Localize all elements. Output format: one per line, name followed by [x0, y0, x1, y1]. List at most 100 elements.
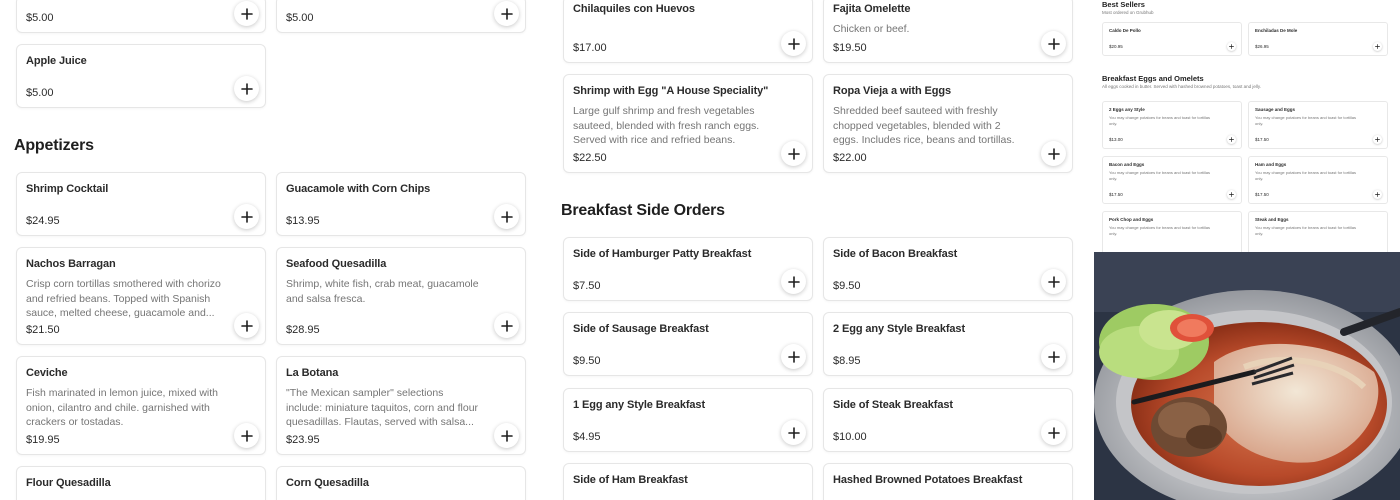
- menu-item-card[interactable]: Hashed Browned Potatoes Breakfast: [823, 463, 1073, 500]
- mini-add-button[interactable]: [1373, 135, 1382, 144]
- plus-icon: [788, 38, 800, 50]
- item-price: $9.50: [833, 280, 861, 292]
- mini-add-button[interactable]: [1373, 190, 1382, 199]
- menu-item-card[interactable]: La Botana "The Mexican sampler" selectio…: [276, 356, 526, 455]
- mini-add-button[interactable]: [1373, 42, 1382, 51]
- add-item-button[interactable]: [234, 76, 259, 101]
- add-item-button[interactable]: [494, 1, 519, 26]
- menu-item-card[interactable]: Shrimp with Egg "A House Speciality" Lar…: [563, 74, 813, 173]
- plus-icon: [1229, 44, 1234, 49]
- menu-item-card[interactable]: Ropa Vieja a with Eggs Shredded beef sau…: [823, 74, 1073, 173]
- menu-item-card[interactable]: Guacamole with Corn Chips $13.95: [276, 172, 526, 236]
- item-name: Fajita Omelette: [833, 3, 911, 15]
- item-name: La Botana: [286, 367, 339, 379]
- item-price: $13.95: [286, 215, 320, 227]
- menu-item-card[interactable]: Nachos Barragan Crisp corn tortillas smo…: [16, 247, 266, 345]
- item-description: Large gulf shrimp and fresh vegetables s…: [573, 105, 760, 146]
- item-description: Shrimp, white fish, crab meat, guacamole…: [286, 278, 479, 305]
- menu-item-card[interactable]: Flour Quesadilla: [16, 466, 266, 500]
- mini-menu-card[interactable]: Steak and Eggs You may change potatoes f…: [1248, 211, 1388, 252]
- mini-menu-card[interactable]: 2 Eggs any Style You may change potatoes…: [1102, 101, 1242, 149]
- mini-item-description: You may change potatoes for beans and to…: [1109, 170, 1211, 181]
- menu-item-card[interactable]: Chilaquiles con Huevos $17.00: [563, 0, 813, 63]
- plus-icon: [1048, 427, 1060, 439]
- item-name: Corn Quesadilla: [286, 477, 369, 489]
- item-name: Side of Bacon Breakfast: [833, 248, 958, 260]
- menu-item-card[interactable]: $5.00: [16, 0, 266, 33]
- add-item-button[interactable]: [234, 1, 259, 26]
- mini-menu-card[interactable]: Enchiladas De Mole $26.95: [1248, 22, 1388, 56]
- mini-item-description: You may change potatoes for beans and to…: [1109, 225, 1211, 236]
- add-item-button[interactable]: [1041, 269, 1066, 294]
- mini-menu-card[interactable]: Bacon and Eggs You may change potatoes f…: [1102, 156, 1242, 204]
- menu-item-card[interactable]: Shrimp Cocktail $24.95: [16, 172, 266, 236]
- mini-item-name: Sausage and Eggs: [1255, 107, 1296, 112]
- add-item-button[interactable]: [781, 344, 806, 369]
- plus-icon: [1375, 44, 1380, 49]
- menu-item-card[interactable]: Apple Juice $5.00: [16, 44, 266, 108]
- mini-item-description: You may change potatoes for beans and to…: [1109, 115, 1211, 126]
- add-item-button[interactable]: [234, 204, 259, 229]
- item-price: $7.50: [573, 280, 601, 292]
- item-price: $5.00: [286, 12, 314, 24]
- add-item-button[interactable]: [781, 141, 806, 166]
- menu-item-card[interactable]: Seafood Quesadilla Shrimp, white fish, c…: [276, 247, 526, 345]
- plus-icon: [1048, 351, 1060, 363]
- menu-item-card[interactable]: Side of Hamburger Patty Breakfast $7.50: [563, 237, 813, 301]
- plus-icon: [788, 276, 800, 288]
- plus-icon: [241, 8, 253, 20]
- menu-preview-panel: Best Sellers Most ordered on Grubhub Cal…: [1094, 0, 1400, 252]
- add-item-button[interactable]: [1041, 141, 1066, 166]
- plus-icon: [1229, 192, 1234, 197]
- add-item-button[interactable]: [494, 313, 519, 338]
- item-price: $5.00: [26, 87, 54, 99]
- item-name: Ropa Vieja a with Eggs: [833, 85, 952, 97]
- menu-item-card[interactable]: Ceviche Fish marinated in lemon juice, m…: [16, 356, 266, 455]
- item-name: Side of Ham Breakfast: [573, 474, 688, 486]
- add-item-button[interactable]: [781, 31, 806, 56]
- menu-item-card[interactable]: Corn Quesadilla: [276, 466, 526, 500]
- plus-icon: [1048, 38, 1060, 50]
- add-item-button[interactable]: [781, 269, 806, 294]
- mini-item-description: You may change potatoes for beans and to…: [1255, 170, 1357, 181]
- menu-item-card[interactable]: Side of Steak Breakfast $10.00: [823, 388, 1073, 452]
- mini-menu-card[interactable]: Sausage and Eggs You may change potatoes…: [1248, 101, 1388, 149]
- mini-menu-card[interactable]: Caldo De Pollo $20.95: [1102, 22, 1242, 56]
- menu-item-card[interactable]: 1 Egg any Style Breakfast $4.95: [563, 388, 813, 452]
- section-title-appetizers: Appetizers: [14, 137, 94, 154]
- menu-item-card[interactable]: $5.00: [276, 0, 526, 33]
- add-item-button[interactable]: [494, 204, 519, 229]
- best-sellers-subtitle: Most ordered on Grubhub: [1102, 10, 1154, 15]
- add-item-button[interactable]: [1041, 344, 1066, 369]
- mini-add-button[interactable]: [1227, 42, 1236, 51]
- mini-item-name: Caldo De Pollo: [1109, 28, 1141, 33]
- mini-menu-card[interactable]: Ham and Eggs You may change potatoes for…: [1248, 156, 1388, 204]
- menu-item-card[interactable]: Side of Sausage Breakfast $9.50: [563, 312, 813, 376]
- mini-add-button[interactable]: [1227, 190, 1236, 199]
- menu-item-card[interactable]: Side of Bacon Breakfast $9.50: [823, 237, 1073, 301]
- menu-item-card[interactable]: Side of Ham Breakfast: [563, 463, 813, 500]
- item-price: $10.00: [833, 431, 867, 443]
- add-item-button[interactable]: [1041, 31, 1066, 56]
- add-item-button[interactable]: [781, 420, 806, 445]
- item-name: Apple Juice: [26, 55, 87, 67]
- plus-icon: [241, 83, 253, 95]
- add-item-button[interactable]: [494, 423, 519, 448]
- best-sellers-title: Best Sellers: [1102, 0, 1145, 9]
- mini-menu-card[interactable]: Pork Chop and Eggs You may change potato…: [1102, 211, 1242, 252]
- plus-icon: [1229, 137, 1234, 142]
- plus-icon: [501, 8, 513, 20]
- mini-item-name: 2 Eggs any Style: [1109, 107, 1145, 112]
- add-item-button[interactable]: [234, 313, 259, 338]
- mini-item-price: $20.95: [1109, 44, 1123, 49]
- menu-item-card[interactable]: Fajita Omelette Chicken or beef. $19.50: [823, 0, 1073, 63]
- item-name: Seafood Quesadilla: [286, 258, 387, 270]
- plus-icon: [1375, 192, 1380, 197]
- item-name: Shrimp Cocktail: [26, 183, 109, 195]
- mini-add-button[interactable]: [1227, 135, 1236, 144]
- add-item-button[interactable]: [1041, 420, 1066, 445]
- add-item-button[interactable]: [234, 423, 259, 448]
- menu-item-card[interactable]: 2 Egg any Style Breakfast $8.95: [823, 312, 1073, 376]
- item-name: Side of Steak Breakfast: [833, 399, 953, 411]
- item-price: $22.00: [833, 152, 867, 164]
